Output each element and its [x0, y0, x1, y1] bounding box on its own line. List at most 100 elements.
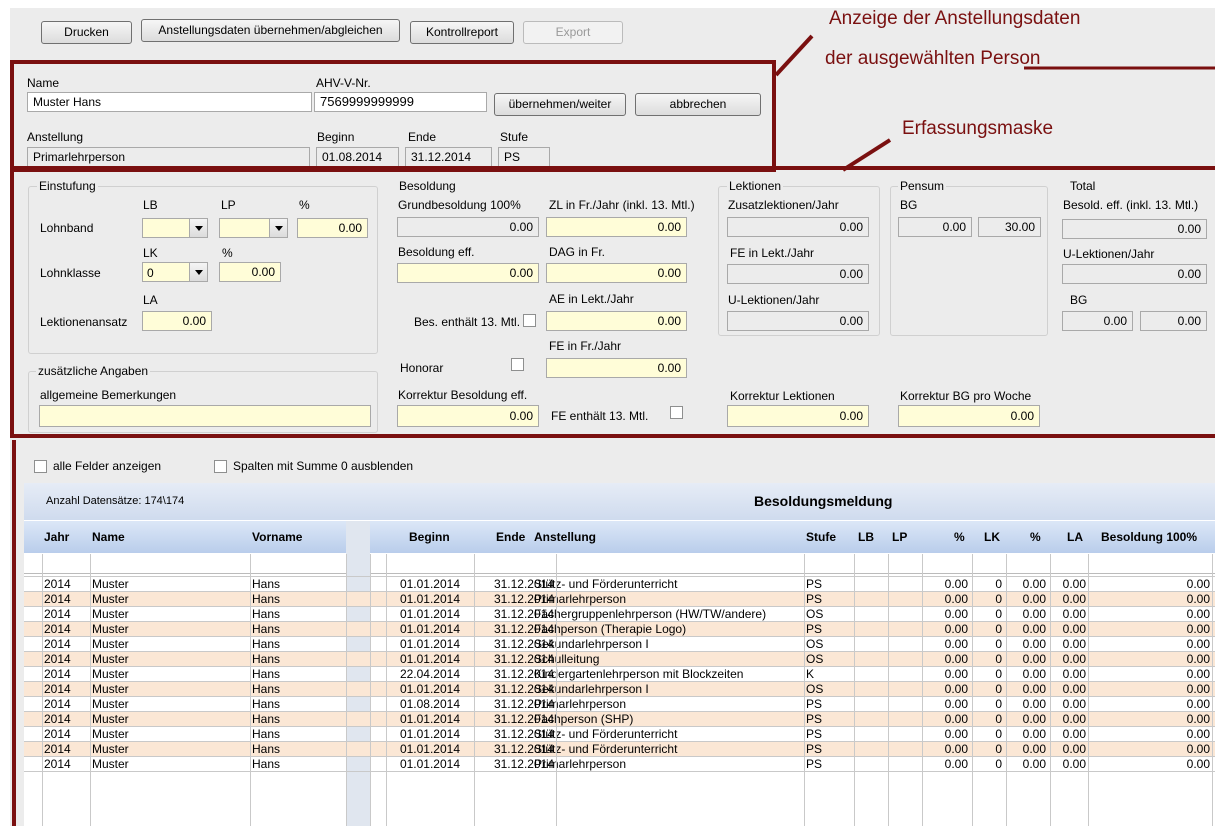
table-cell[interactable]: 0.00	[1006, 697, 1046, 712]
table-cell[interactable]: 0.00	[926, 742, 968, 757]
lk-pct-field[interactable]: 0.00	[219, 262, 281, 282]
chevron-down-icon[interactable]	[269, 219, 287, 237]
table-cell[interactable]: 2014	[44, 607, 89, 622]
table-cell[interactable]: 0.00	[1050, 622, 1086, 637]
table-cell[interactable]: 0	[970, 592, 1002, 607]
eff-field[interactable]: 0.00	[397, 263, 539, 283]
total-bg2-field[interactable]: 0.00	[1140, 311, 1207, 331]
table-cell[interactable]: 2014	[44, 667, 89, 682]
table-row[interactable]: 2014 Muster Hans 01.01.2014 31.12.2014 Fächer…	[24, 607, 1215, 622]
korr-lekt-field[interactable]: 0.00	[727, 405, 869, 427]
table-cell[interactable]: Sekundarlehrperson I	[534, 682, 804, 697]
table-cell[interactable]: 0.00	[1094, 622, 1210, 637]
table-cell[interactable]: 0	[970, 607, 1002, 622]
table-cell[interactable]: 0.00	[926, 757, 968, 772]
table-row[interactable]: 2014 Muster Hans 01.01.2014 31.12.2014 Stütz-…	[24, 742, 1215, 757]
table-cell[interactable]: 0.00	[1094, 727, 1210, 742]
table-cell[interactable]: 0.00	[1094, 577, 1210, 592]
table-cell[interactable]: 0.00	[1094, 637, 1210, 652]
table-cell[interactable]: 0.00	[1050, 757, 1086, 772]
table-cell[interactable]: 0.00	[1050, 592, 1086, 607]
lp-combo[interactable]	[219, 218, 288, 238]
table-cell[interactable]: 0.00	[926, 712, 968, 727]
table-cell[interactable]: 0.00	[926, 637, 968, 652]
table-cell[interactable]: 0.00	[1050, 652, 1086, 667]
col-besoldung100[interactable]: Besoldung 100%	[1101, 530, 1197, 544]
bg2-field[interactable]: 30.00	[978, 217, 1041, 237]
table-cell[interactable]: 0.00	[926, 697, 968, 712]
table-cell[interactable]: 01.01.2014	[384, 577, 460, 592]
table-cell[interactable]: 0	[970, 742, 1002, 757]
table-cell[interactable]: 22.04.2014	[384, 667, 460, 682]
table-cell[interactable]: 0.00	[1006, 637, 1046, 652]
table-cell[interactable]: OS	[806, 682, 852, 697]
col-ende[interactable]: Ende	[496, 530, 525, 544]
table-cell[interactable]: Stütz- und Förderunterricht	[534, 577, 804, 592]
table-cell[interactable]: 0	[970, 577, 1002, 592]
col-vorname[interactable]: Vorname	[252, 530, 302, 544]
table-cell[interactable]: 0.00	[926, 652, 968, 667]
table-cell[interactable]: PS	[806, 697, 852, 712]
table-cell[interactable]: Hans	[252, 652, 342, 667]
table-cell[interactable]: Hans	[252, 757, 342, 772]
bg1-field[interactable]: 0.00	[898, 217, 972, 237]
table-cell[interactable]: 01.01.2014	[384, 682, 460, 697]
table-cell[interactable]: Muster	[92, 607, 247, 622]
table-cell[interactable]: Schulleitung	[534, 652, 804, 667]
total-u-field[interactable]: 0.00	[1062, 264, 1207, 284]
table-cell[interactable]: Muster	[92, 742, 247, 757]
table-cell[interactable]: 0.00	[1094, 592, 1210, 607]
ae-field[interactable]: 0.00	[546, 311, 687, 331]
table-cell[interactable]: OS	[806, 637, 852, 652]
table-row[interactable]: 2014 Muster Hans 01.01.2014 31.12.2014 Schull…	[24, 652, 1215, 667]
table-cell[interactable]: 0.00	[926, 592, 968, 607]
table-row[interactable]: 2014 Muster Hans 01.08.2014 31.12.2014 Primar…	[24, 697, 1215, 712]
table-cell[interactable]: 0.00	[926, 607, 968, 622]
filter-row-left[interactable]	[24, 554, 346, 574]
hide-zero-checkbox[interactable]	[214, 460, 227, 473]
table-cell[interactable]: Hans	[252, 682, 342, 697]
zl-field[interactable]: 0.00	[546, 217, 687, 237]
table-cell[interactable]: 2014	[44, 757, 89, 772]
table-cell[interactable]: Hans	[252, 712, 342, 727]
table-cell[interactable]: 2014	[44, 712, 89, 727]
table-cell[interactable]: 01.01.2014	[384, 607, 460, 622]
bemerkungen-field[interactable]	[39, 405, 371, 427]
table-cell[interactable]: 0.00	[1094, 667, 1210, 682]
table-cell[interactable]: Kindergartenlehrperson mit Blockzeiten	[534, 667, 804, 682]
zusatzlekt-field[interactable]: 0.00	[727, 217, 869, 237]
table-cell[interactable]: Hans	[252, 607, 342, 622]
table-cell[interactable]: 0.00	[926, 682, 968, 697]
table-cell[interactable]: 0.00	[1050, 697, 1086, 712]
table-cell[interactable]: 0.00	[926, 577, 968, 592]
col-lk[interactable]: LK	[984, 530, 1000, 544]
table-cell[interactable]: 01.01.2014	[384, 757, 460, 772]
table-cell[interactable]: K	[806, 667, 852, 682]
table-cell[interactable]: Sekundarlehrperson I	[534, 637, 804, 652]
table-row[interactable]: 2014 Muster Hans 01.01.2014 31.12.2014 Fachpe…	[24, 712, 1215, 727]
col-la[interactable]: LA	[1067, 530, 1083, 544]
table-cell[interactable]: 0.00	[1050, 607, 1086, 622]
table-cell[interactable]: 0.00	[1094, 682, 1210, 697]
col-name[interactable]: Name	[92, 530, 125, 544]
table-cell[interactable]: 0	[970, 712, 1002, 727]
table-cell[interactable]: 0.00	[1006, 742, 1046, 757]
table-row[interactable]: 2014 Muster Hans 01.01.2014 31.12.2014 Primar…	[24, 592, 1215, 607]
col-lb[interactable]: LB	[858, 530, 874, 544]
u-lekt-field[interactable]: 0.00	[727, 311, 869, 331]
table-cell[interactable]: PS	[806, 592, 852, 607]
table-cell[interactable]: PS	[806, 742, 852, 757]
table-cell[interactable]: Hans	[252, 637, 342, 652]
table-cell[interactable]: 2014	[44, 592, 89, 607]
table-cell[interactable]: 0	[970, 757, 1002, 772]
table-cell[interactable]: 0.00	[1094, 607, 1210, 622]
table-cell[interactable]: 0.00	[1050, 667, 1086, 682]
table-cell[interactable]: 0.00	[1094, 652, 1210, 667]
table-cell[interactable]: 0.00	[1050, 682, 1086, 697]
table-cell[interactable]: 0.00	[926, 622, 968, 637]
table-cell[interactable]: Muster	[92, 727, 247, 742]
table-cell[interactable]: Fachperson (Therapie Logo)	[534, 622, 804, 637]
lohnband-pct-field[interactable]: 0.00	[297, 218, 368, 238]
table-cell[interactable]: Hans	[252, 697, 342, 712]
table-cell[interactable]: Hans	[252, 577, 342, 592]
